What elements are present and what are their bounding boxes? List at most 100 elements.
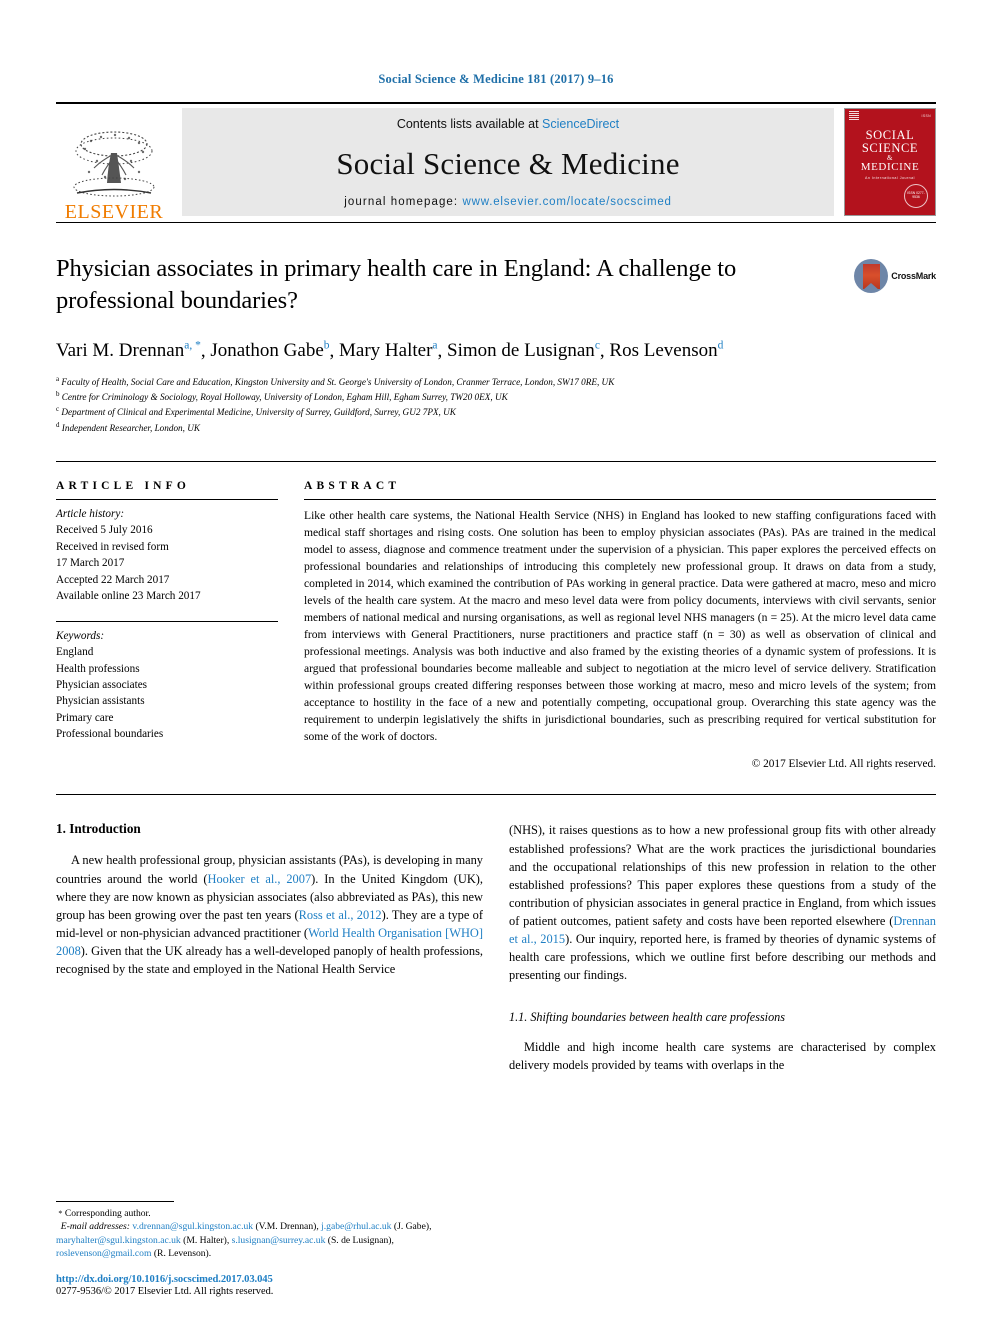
- homepage-prefix: journal homepage:: [344, 196, 463, 208]
- history-item: Available online 23 March 2017: [56, 590, 201, 603]
- abstract-heading: ABSTRACT: [304, 479, 401, 492]
- elsevier-wordmark: ELSEVIER: [64, 201, 164, 223]
- affiliation-list: a Faculty of Health, Social Care and Edu…: [56, 374, 936, 435]
- paragraph: (NHS), it raises questions as to how a n…: [509, 821, 936, 984]
- affiliation-text: Department of Clinical and Experimental …: [61, 407, 456, 418]
- crossmark-icon: [854, 259, 889, 293]
- elsevier-logo: ELSEVIER: [56, 104, 172, 222]
- masthead-center: Contents lists available at ScienceDirec…: [182, 108, 834, 216]
- body-column-right: (NHS), it raises questions as to how a n…: [509, 821, 936, 1074]
- email-addresses-note: E-mail addresses: v.drennan@sgul.kingsto…: [56, 1221, 432, 1260]
- history-item: Received 5 July 2016: [56, 524, 153, 537]
- page-title: Physician associates in primary health c…: [56, 255, 737, 314]
- cover-elsevier-icon: [849, 111, 859, 121]
- email-addresses-label: E-mail addresses:: [60, 1221, 130, 1233]
- citation-link[interactable]: Hooker et al., 2007: [208, 872, 312, 886]
- keyword-item: Physician assistants: [56, 695, 145, 708]
- email-link[interactable]: roslevenson@gmail.com: [56, 1248, 151, 1259]
- homepage-link[interactable]: www.elsevier.com/locate/socscimed: [463, 196, 672, 208]
- cover-seal-icon: ISSN 0277-9536: [904, 184, 928, 208]
- cover-topbar: ISSN: [845, 109, 935, 123]
- author-item: Simon de Lusignanc: [447, 340, 600, 361]
- cover-title-line2: SCIENCE: [861, 140, 919, 155]
- cover-subtitle: An International Journal: [865, 175, 915, 180]
- contents-list-line: Contents lists available at ScienceDirec…: [397, 117, 619, 131]
- email-person: (R. Levenson): [153, 1248, 209, 1260]
- section-heading-introduction: 1. Introduction: [56, 821, 141, 837]
- email-link[interactable]: s.lusignan@surrey.ac.uk: [232, 1235, 326, 1246]
- history-item: Accepted 22 March 2017: [56, 573, 170, 586]
- doi-link[interactable]: http://dx.doi.org/10.1016/j.socscimed.20…: [56, 1274, 488, 1285]
- corresponding-label: Corresponding author.: [64, 1207, 151, 1219]
- crossmark-label: CrossMark: [891, 271, 936, 281]
- article-info-column: ARTICLE INFO Article history: Received 5…: [56, 480, 304, 770]
- masthead-bottom-rule: [56, 222, 936, 223]
- keyword-item: Primary care: [56, 711, 114, 724]
- issn-copyright-line: 0277-9536/© 2017 Elsevier Ltd. All right…: [56, 1286, 274, 1297]
- article-info-heading: ARTICLE INFO: [56, 479, 191, 492]
- author-list: Vari M. Drennana, *, Jonathon Gabeb, Mar…: [56, 339, 724, 362]
- elsevier-tree-icon: [73, 131, 155, 197]
- affiliation-text: Faculty of Health, Social Care and Educa…: [61, 376, 615, 387]
- email-link[interactable]: j.gabe@rhul.ac.uk: [321, 1221, 391, 1232]
- author-name: Mary Halter: [339, 340, 433, 362]
- paragraph-text: ). Our inquiry, reported here, is framed…: [509, 932, 936, 983]
- journal-cover-thumbnail: ISSN SOCIAL SCIENCE & MEDICINE An Intern…: [844, 108, 936, 216]
- affiliation-mark: a: [56, 374, 60, 383]
- journal-homepage-line: journal homepage: www.elsevier.com/locat…: [344, 196, 671, 208]
- affiliation-mark: b: [56, 390, 60, 399]
- affiliation-text: Independent Researcher, London, UK: [61, 422, 201, 433]
- author-name: Ros Levenson: [609, 340, 718, 362]
- paragraph: Middle and high income health care syste…: [509, 1040, 936, 1073]
- author-marks: c: [594, 339, 600, 352]
- keywords-label: Keywords:: [56, 629, 105, 642]
- keyword-item: Physician associates: [56, 679, 148, 692]
- subsection-heading: 1.1. Shifting boundaries between health …: [509, 1010, 785, 1025]
- title-block: Physician associates in primary health c…: [56, 253, 936, 317]
- history-item: Received in revised form: [56, 540, 169, 553]
- keyword-item: Professional boundaries: [56, 728, 164, 741]
- author-item: Vari M. Drennana, *: [56, 340, 201, 361]
- footnote-block: * Corresponding author. E-mail addresses…: [56, 1200, 488, 1297]
- crossmark-badge[interactable]: CrossMark: [854, 259, 936, 293]
- body-column-left: 1. Introduction A new health professiona…: [56, 821, 483, 1074]
- footnote-rule: [56, 1200, 174, 1202]
- sciencedirect-link[interactable]: ScienceDirect: [542, 117, 619, 131]
- running-head: Social Science & Medicine 181 (2017) 9–1…: [378, 72, 614, 86]
- keyword-item: Health professions: [56, 662, 140, 675]
- email-person: (S. de Lusignan): [327, 1234, 392, 1246]
- affiliation-item: b Centre for Criminology & Sociology, Ro…: [56, 389, 936, 404]
- keyword-item: England: [56, 646, 94, 659]
- email-person: (M. Halter): [183, 1234, 227, 1246]
- affiliation-mark: d: [56, 420, 60, 429]
- journal-masthead: ELSEVIER Contents lists available at Sci…: [56, 102, 936, 222]
- cover-title: SOCIAL SCIENCE & MEDICINE: [861, 129, 920, 173]
- email-person: (J. Gabe): [393, 1221, 430, 1233]
- info-abstract-region: ARTICLE INFO Article history: Received 5…: [56, 460, 936, 770]
- email-link[interactable]: v.drennan@sgul.kingston.ac.uk: [132, 1221, 253, 1232]
- abstract-column: ABSTRACT Like other health care systems,…: [304, 480, 936, 770]
- corresponding-author-note: * Corresponding author.: [56, 1207, 488, 1221]
- email-link[interactable]: maryhalter@sgul.kingston.ac.uk: [56, 1235, 181, 1246]
- article-page: Social Science & Medicine 181 (2017) 9–1…: [0, 0, 992, 1323]
- abstract-copyright: © 2017 Elsevier Ltd. All rights reserved…: [751, 758, 936, 771]
- author-name: Simon de Lusignan: [447, 340, 595, 362]
- journal-title: Social Science & Medicine: [336, 145, 680, 181]
- cover-issue-line: ISSN: [921, 114, 931, 118]
- paragraph-text: (NHS), it raises questions as to how a n…: [509, 823, 936, 928]
- paragraph: A new health professional group, physici…: [56, 851, 483, 978]
- author-marks: a, *: [184, 339, 201, 352]
- author-item: Jonathon Gabeb: [210, 340, 329, 361]
- cover-title-line3: MEDICINE: [860, 160, 920, 173]
- cover-title-line1: SOCIAL: [865, 128, 915, 142]
- corresponding-marker: *: [58, 1208, 63, 1218]
- body-columns: 1. Introduction A new health professiona…: [56, 821, 936, 1074]
- contents-prefix: Contents lists available at: [396, 117, 543, 131]
- body-top-rule: [56, 794, 936, 796]
- affiliation-item: d Independent Researcher, London, UK: [56, 420, 936, 435]
- author-item: Mary Haltera: [339, 340, 438, 361]
- author-name: Jonathon Gabe: [210, 340, 324, 362]
- author-marks: d: [717, 339, 724, 352]
- citation-link[interactable]: Ross et al., 2012: [299, 908, 382, 922]
- author-name: Vari M. Drennan: [56, 340, 185, 362]
